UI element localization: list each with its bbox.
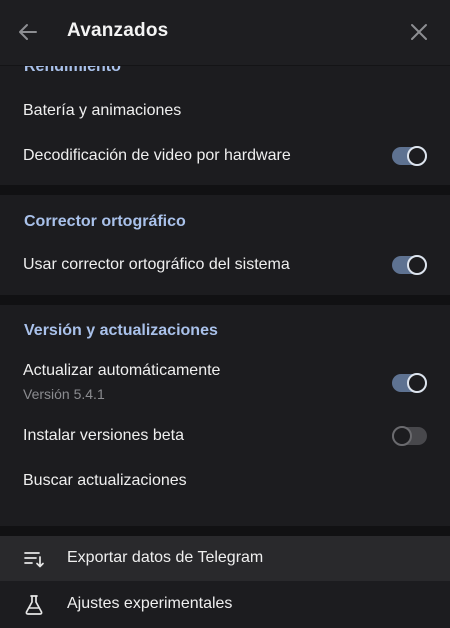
check-updates-row[interactable]: Buscar actualizaciones [0,461,450,505]
section-divider [0,295,450,305]
section-divider [0,185,450,195]
section-title-version: Versión y actualizaciones [24,322,218,339]
hw-decode-toggle[interactable] [392,146,427,166]
hw-decode-row[interactable]: Decodificación de video por hardware [0,134,450,178]
close-button[interactable] [405,18,433,46]
hw-decode-label: Decodificación de video por hardware [23,147,291,164]
arrow-left-icon [19,24,37,40]
auto-update-row[interactable]: Actualizar automáticamente Versión 5.4.1 [0,351,450,411]
page-title: Avanzados [67,20,169,41]
check-updates-label: Buscar actualizaciones [23,472,187,489]
auto-update-toggle[interactable] [392,373,427,393]
settings-scroll-area[interactable]: Rendimiento Batería y animaciones Decodi… [0,66,450,628]
section-version: Versión y actualizaciones Actualizar aut… [0,305,450,526]
experimental-settings-label: Ajustes experimentales [67,595,233,612]
section-title-rendimiento: Rendimiento [24,66,121,75]
toggle-knob [392,426,412,446]
auto-update-label: Actualizar automáticamente [23,362,221,379]
header-bar: Avanzados [0,0,450,66]
version-number: Versión 5.4.1 [23,386,105,402]
battery-animations-row[interactable]: Batería y animaciones [0,88,450,134]
toggle-knob [407,255,427,275]
section-rendimiento: Rendimiento Batería y animaciones Decodi… [0,66,450,185]
flask-icon [25,595,43,615]
beta-versions-row[interactable]: Instalar versiones beta [0,415,450,459]
section-spellcheck: Corrector ortográfico Usar corrector ort… [0,195,450,295]
beta-versions-toggle[interactable] [392,426,427,446]
toggle-knob [407,146,427,166]
export-telegram-data-item[interactable]: Exportar datos de Telegram [0,536,450,581]
experimental-settings-item[interactable]: Ajustes experimentales [0,582,450,627]
back-button[interactable] [14,18,42,46]
close-icon [411,24,427,40]
system-spellcheck-label: Usar corrector ortográfico del sistema [23,256,290,273]
beta-versions-label: Instalar versiones beta [23,427,184,444]
section-divider [0,526,450,536]
export-list-icon [24,552,44,568]
battery-animations-label: Batería y animaciones [23,102,182,119]
system-spellcheck-toggle[interactable] [392,255,427,275]
export-telegram-data-label: Exportar datos de Telegram [67,549,264,566]
system-spellcheck-row[interactable]: Usar corrector ortográfico del sistema [0,243,450,287]
section-title-spellcheck: Corrector ortográfico [24,213,186,230]
toggle-knob [407,373,427,393]
